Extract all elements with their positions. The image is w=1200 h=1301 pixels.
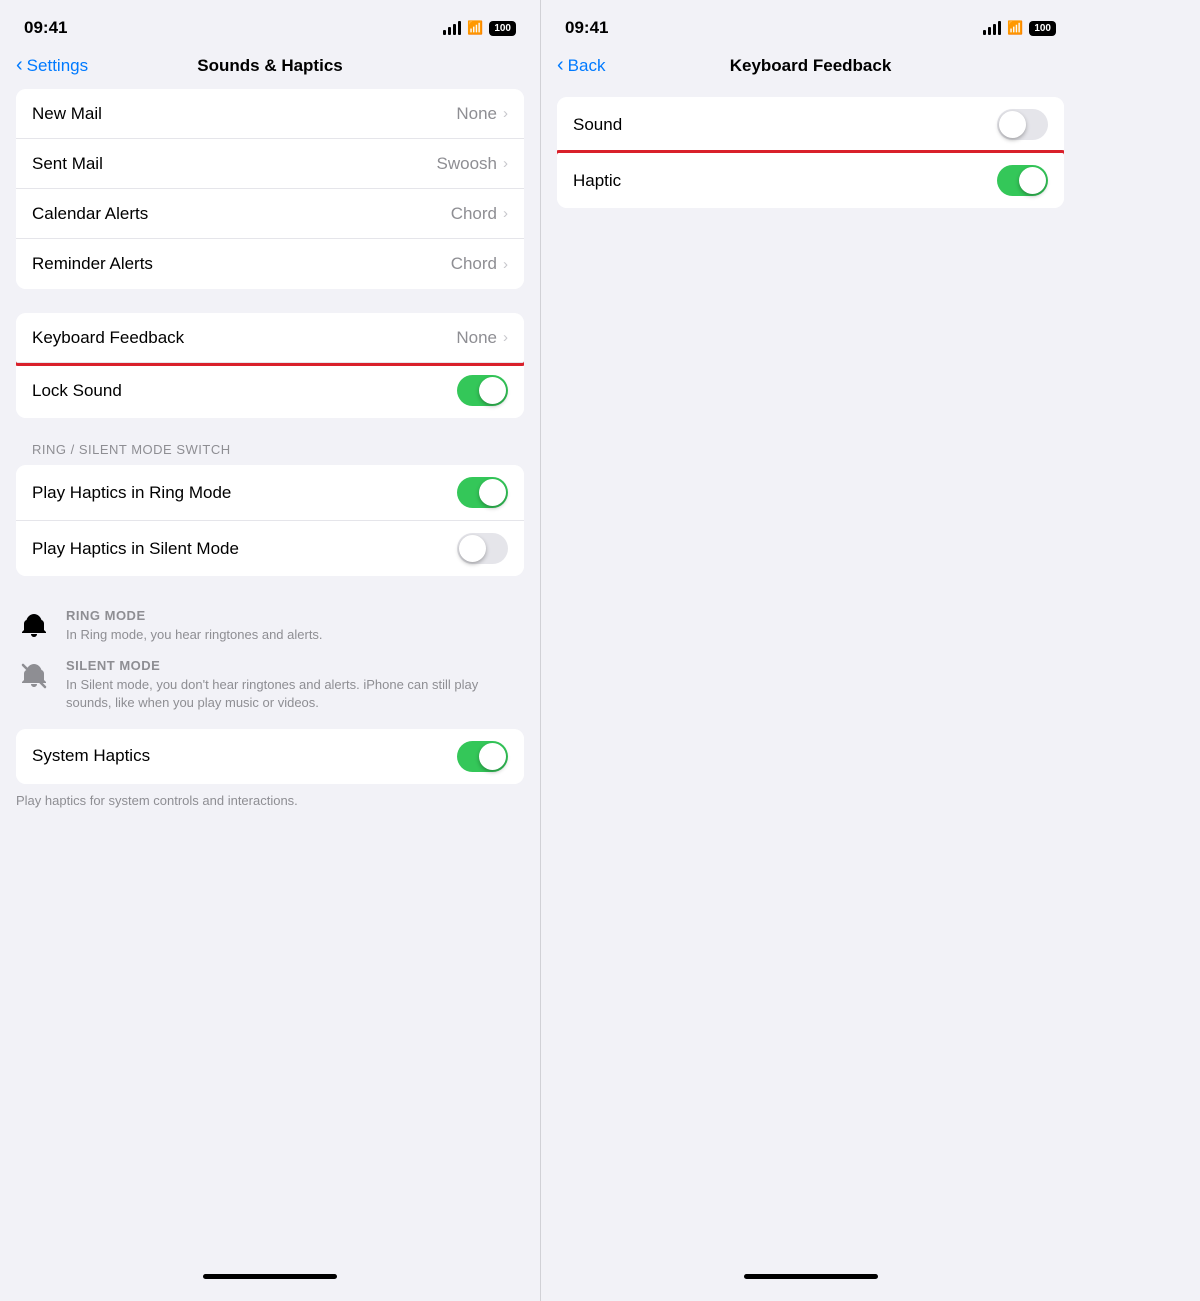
haptic-toggle-knob [1019, 167, 1046, 194]
home-indicator-left [203, 1274, 337, 1279]
new-mail-chevron-icon: › [503, 105, 508, 122]
signal-icon [443, 21, 461, 35]
reminder-alerts-value-wrap: Chord › [451, 254, 508, 274]
lock-sound-toggle-knob [479, 377, 506, 404]
ring-mode-text: RING MODE In Ring mode, you hear rington… [66, 608, 524, 644]
new-mail-value: None [456, 104, 497, 124]
system-haptics-group: System Haptics [16, 729, 524, 784]
haptics-ring-toggle[interactable] [457, 477, 508, 508]
ring-bell-icon [16, 608, 52, 644]
keyboard-feedback-group: Sound Haptic [557, 97, 1064, 208]
haptics-silent-toggle[interactable] [457, 533, 508, 564]
sound-row[interactable]: Sound [557, 97, 1064, 153]
ring-mode-desc: In Ring mode, you hear ringtones and ale… [66, 626, 524, 644]
back-label-right: Back [568, 56, 606, 76]
status-bar-right: 09:41 📶 100 [541, 0, 1080, 50]
status-bar-left: 09:41 📶 100 [0, 0, 540, 50]
status-icons-right: 📶 100 [983, 20, 1056, 36]
reminder-alerts-value: Chord [451, 254, 497, 274]
status-icons-left: 📶 100 [443, 20, 516, 36]
calendar-alerts-value-wrap: Chord › [451, 204, 508, 224]
right-panel: 09:41 📶 100 ‹ Back Keyboard Feedback Sou… [540, 0, 1080, 1301]
new-mail-row[interactable]: New Mail None › [16, 89, 524, 139]
calendar-alerts-chevron-icon: › [503, 205, 508, 222]
ring-mode-info: RING MODE In Ring mode, you hear rington… [16, 608, 524, 644]
haptics-ring-row[interactable]: Play Haptics in Ring Mode [16, 465, 524, 521]
wifi-icon: 📶 [467, 20, 483, 36]
back-button-right[interactable]: ‹ Back [557, 54, 605, 77]
back-label-left: Settings [27, 56, 88, 76]
silent-bell-icon [16, 658, 52, 694]
reminder-alerts-label: Reminder Alerts [32, 254, 153, 274]
system-haptics-label: System Haptics [32, 746, 150, 766]
time-right: 09:41 [565, 18, 608, 38]
sent-mail-row[interactable]: Sent Mail Swoosh › [16, 139, 524, 189]
battery-icon: 100 [489, 21, 516, 36]
chevron-back-icon-right: ‹ [557, 54, 564, 77]
mode-info-group: RING MODE In Ring mode, you hear rington… [0, 600, 540, 729]
haptics-silent-knob [459, 535, 486, 562]
calendar-alerts-label: Calendar Alerts [32, 204, 148, 224]
lock-sound-toggle[interactable] [457, 375, 508, 406]
system-haptics-toggle[interactable] [457, 741, 508, 772]
system-haptics-desc: Play haptics for system controls and int… [16, 793, 298, 808]
haptics-silent-row[interactable]: Play Haptics in Silent Mode [16, 521, 524, 576]
nav-bar-left: ‹ Settings Sounds & Haptics [0, 50, 540, 89]
silent-mode-info: SILENT MODE In Silent mode, you don't he… [16, 658, 524, 712]
new-mail-value-wrap: None › [456, 104, 508, 124]
silent-mode-title: SILENT MODE [66, 658, 524, 673]
haptic-label: Haptic [573, 171, 621, 191]
silent-mode-text: SILENT MODE In Silent mode, you don't he… [66, 658, 524, 712]
mail-alerts-group: New Mail None › Sent Mail Swoosh › Calen… [16, 89, 524, 289]
home-indicator-right [744, 1274, 878, 1279]
calendar-alerts-value: Chord [451, 204, 497, 224]
new-mail-label: New Mail [32, 104, 102, 124]
ring-silent-group: Play Haptics in Ring Mode Play Haptics i… [16, 465, 524, 576]
keyboard-feedback-value-wrap: None › [456, 328, 508, 348]
haptic-row[interactable]: Haptic [557, 153, 1064, 208]
sound-toggle-knob [999, 111, 1026, 138]
ring-mode-title: RING MODE [66, 608, 524, 623]
page-title-left: Sounds & Haptics [197, 56, 342, 76]
signal-icon-right [983, 21, 1001, 35]
page-title-right: Keyboard Feedback [730, 56, 892, 76]
chevron-back-icon: ‹ [16, 54, 23, 77]
system-haptics-knob [479, 743, 506, 770]
back-button-left[interactable]: ‹ Settings [16, 54, 88, 77]
sent-mail-label: Sent Mail [32, 154, 103, 174]
haptics-silent-label: Play Haptics in Silent Mode [32, 539, 239, 559]
battery-icon-right: 100 [1029, 21, 1056, 36]
haptics-ring-label: Play Haptics in Ring Mode [32, 483, 231, 503]
sound-toggle[interactable] [997, 109, 1048, 140]
silent-mode-desc: In Silent mode, you don't hear ringtones… [66, 676, 524, 712]
sent-mail-value: Swoosh [437, 154, 497, 174]
time-left: 09:41 [24, 18, 67, 38]
sent-mail-value-wrap: Swoosh › [437, 154, 508, 174]
left-panel: 09:41 📶 100 ‹ Settings Sounds & Haptics … [0, 0, 540, 1301]
wifi-icon-right: 📶 [1007, 20, 1023, 36]
keyboard-lock-group: Keyboard Feedback None › Lock Sound [16, 313, 524, 418]
lock-sound-label: Lock Sound [32, 381, 122, 401]
sound-label: Sound [573, 115, 622, 135]
keyboard-feedback-row[interactable]: Keyboard Feedback None › [16, 313, 524, 363]
keyboard-feedback-label: Keyboard Feedback [32, 328, 184, 348]
keyboard-feedback-chevron-icon: › [503, 329, 508, 346]
ring-silent-section-label: RING / SILENT MODE SWITCH [0, 442, 540, 465]
keyboard-feedback-value: None [456, 328, 497, 348]
haptic-toggle[interactable] [997, 165, 1048, 196]
haptics-ring-knob [479, 479, 506, 506]
system-haptics-row[interactable]: System Haptics [16, 729, 524, 784]
sent-mail-chevron-icon: › [503, 155, 508, 172]
nav-bar-right: ‹ Back Keyboard Feedback [541, 50, 1080, 89]
calendar-alerts-row[interactable]: Calendar Alerts Chord › [16, 189, 524, 239]
reminder-alerts-chevron-icon: › [503, 256, 508, 273]
lock-sound-row[interactable]: Lock Sound [16, 363, 524, 418]
reminder-alerts-row[interactable]: Reminder Alerts Chord › [16, 239, 524, 289]
